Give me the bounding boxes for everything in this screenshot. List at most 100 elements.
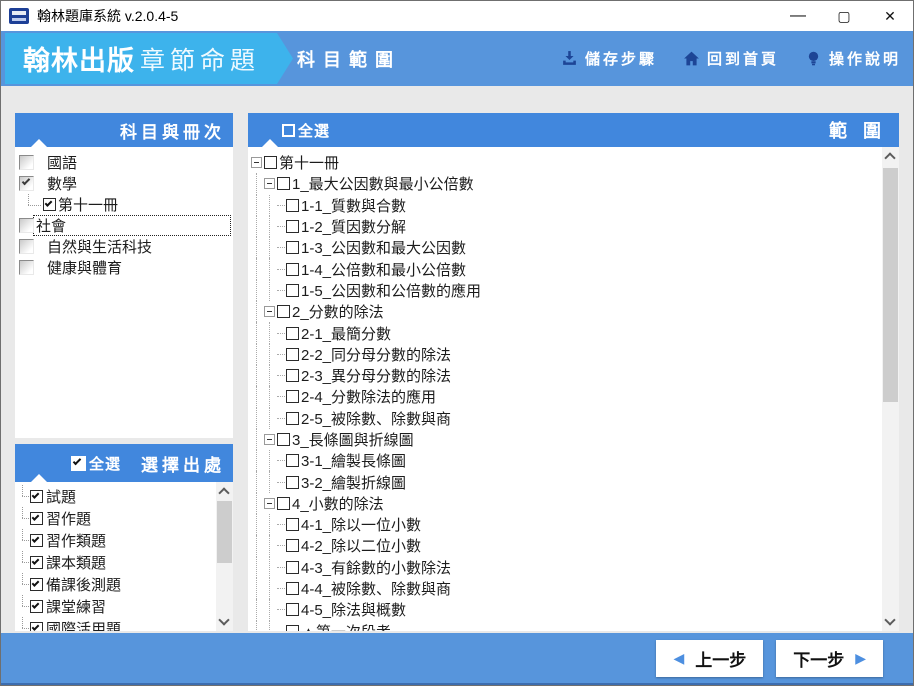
source-row[interactable]: 課堂練習 — [15, 595, 233, 617]
tree-row[interactable]: 2-5_被除數、除數與商 — [248, 407, 899, 430]
source-row[interactable]: 試題 — [15, 485, 233, 507]
tree-node-label[interactable]: 3-2_繪製折線圖 — [301, 472, 406, 493]
checkbox[interactable] — [286, 411, 299, 425]
subject-row[interactable]: 自然與生活科技 — [15, 236, 233, 257]
checkbox[interactable] — [286, 475, 299, 489]
source-label[interactable]: 課本類題 — [46, 552, 106, 573]
sources-scrollbar[interactable] — [216, 482, 233, 631]
tree-node-label[interactable]: 1-1_質數與合數 — [301, 195, 406, 216]
source-row[interactable]: 習作類題 — [15, 529, 233, 551]
subject-row[interactable]: 社會 — [15, 215, 233, 236]
tree-node-label[interactable]: 1_最大公因數與最小公倍數 — [292, 173, 474, 194]
source-label[interactable]: 習作題 — [46, 508, 91, 529]
tree-node-label[interactable]: 2-2_同分母分數的除法 — [301, 344, 451, 365]
scope-scrollbar[interactable] — [882, 147, 899, 631]
checkbox[interactable] — [277, 177, 290, 191]
checkbox[interactable] — [286, 390, 299, 404]
source-row[interactable]: 國際活用題 — [15, 617, 233, 631]
checkbox[interactable] — [286, 454, 299, 468]
subject-label[interactable]: 自然與生活科技 — [47, 236, 152, 257]
collapse-expander-icon[interactable] — [264, 306, 275, 318]
tree-row[interactable]: 2-2_同分母分數的除法 — [248, 343, 899, 366]
checkbox[interactable] — [286, 326, 299, 340]
checkbox[interactable] — [286, 582, 299, 596]
tree-row[interactable]: 2-3_異分母分數的除法 — [248, 364, 899, 387]
checkbox[interactable] — [286, 518, 299, 532]
checkbox[interactable] — [286, 220, 299, 234]
minimize-button[interactable]: — — [775, 1, 821, 31]
tree-node-label[interactable]: 4-5_除法與概數 — [301, 599, 406, 620]
checkbox[interactable] — [286, 241, 299, 255]
next-step-button[interactable]: 下一步 ▶ — [776, 640, 883, 677]
checkbox[interactable] — [19, 218, 34, 233]
tree-node-label[interactable]: 第十一冊 — [279, 152, 339, 173]
close-button[interactable]: ✕ — [867, 1, 913, 31]
tree-row[interactable]: 1-2_質因數分解 — [248, 215, 899, 238]
tree-row[interactable]: 4-2_除以二位小數 — [248, 535, 899, 557]
scroll-down-icon[interactable] — [218, 614, 230, 626]
scroll-up-icon[interactable] — [218, 487, 230, 499]
tree-row[interactable]: 1-4_公倍數和最小公倍數 — [248, 258, 899, 281]
tree-node-label[interactable]: 4-2_除以二位小數 — [301, 535, 421, 556]
checkbox[interactable] — [286, 624, 299, 631]
tree-row[interactable]: 4-5_除法與概數 — [248, 599, 899, 621]
subject-row[interactable]: 國語 — [15, 152, 233, 173]
source-label[interactable]: 國際活用題 — [46, 618, 121, 632]
checkbox[interactable] — [30, 489, 43, 503]
save-steps-button[interactable]: 儲存步驟 — [561, 48, 657, 69]
collapse-expander-icon[interactable] — [264, 434, 275, 445]
checkbox[interactable] — [30, 577, 43, 591]
source-label[interactable]: 習作類題 — [46, 530, 106, 551]
checkbox[interactable] — [286, 283, 299, 297]
sources-select-all-label[interactable]: 全選 — [89, 453, 121, 474]
tree-row[interactable]: 第十一冊 — [248, 152, 899, 173]
checkbox[interactable] — [264, 156, 277, 170]
tree-row[interactable]: 4_小數的除法 — [248, 492, 899, 515]
source-label[interactable]: 備課後測題 — [46, 574, 121, 595]
checkbox[interactable] — [286, 603, 299, 617]
checkbox[interactable] — [19, 176, 34, 191]
checkbox[interactable] — [286, 539, 299, 553]
source-label[interactable]: 課堂練習 — [46, 596, 106, 617]
checkbox[interactable] — [277, 496, 290, 510]
tree-node-label[interactable]: 4_小數的除法 — [292, 493, 384, 514]
tree-row[interactable]: 1_最大公因數與最小公倍數 — [248, 173, 899, 195]
scrollbar-thumb[interactable] — [217, 501, 232, 563]
tree-row[interactable]: 4-3_有餘數的小數除法 — [248, 556, 899, 579]
tree-node-label[interactable]: 1-5_公因數和公倍數的應用 — [301, 280, 481, 301]
scroll-up-icon[interactable] — [884, 152, 896, 164]
subject-row[interactable]: 數學 — [15, 173, 233, 194]
checkbox[interactable] — [286, 347, 299, 361]
source-label[interactable]: 試題 — [46, 486, 76, 507]
tree-node-label[interactable]: 1-4_公倍數和最小公倍數 — [301, 259, 466, 280]
subject-label[interactable]: 社會 — [36, 215, 66, 236]
checkbox[interactable] — [30, 511, 43, 525]
checkbox[interactable] — [30, 621, 43, 631]
checkbox[interactable] — [286, 198, 299, 212]
tree-row[interactable]: 3-1_繪製長條圖 — [248, 450, 899, 472]
checkbox[interactable] — [30, 533, 43, 547]
source-row[interactable]: 課本類題 — [15, 551, 233, 573]
subject-label[interactable]: 第十一冊 — [58, 194, 118, 215]
help-button[interactable]: 操作說明 — [805, 48, 901, 69]
checkbox[interactable] — [19, 239, 34, 254]
sources-select-all-checkbox[interactable] — [71, 455, 86, 471]
checkbox[interactable] — [30, 599, 43, 613]
tree-row[interactable]: 3_長條圖與折線圖 — [248, 428, 899, 451]
tree-row[interactable]: 4-4_被除數、除數與商 — [248, 577, 899, 600]
checkbox[interactable] — [286, 262, 299, 276]
tree-node-label[interactable]: ▲第一次段考 — [301, 621, 391, 631]
checkbox[interactable] — [43, 198, 56, 211]
tree-node-label[interactable]: 2-5_被除數、除數與商 — [301, 408, 451, 429]
tree-node-label[interactable]: 3_長條圖與折線圖 — [292, 429, 414, 450]
subject-row[interactable]: 第十一冊 — [15, 194, 233, 215]
subject-label[interactable]: 數學 — [47, 173, 77, 194]
collapse-expander-icon[interactable] — [264, 178, 275, 190]
home-button[interactable]: 回到首頁 — [683, 48, 779, 69]
source-row[interactable]: 備課後測題 — [15, 573, 233, 595]
scope-select-all-checkbox[interactable] — [282, 123, 295, 137]
tree-node-label[interactable]: 4-3_有餘數的小數除法 — [301, 557, 451, 578]
checkbox[interactable] — [277, 305, 290, 319]
tree-node-label[interactable]: 2-4_分數除法的應用 — [301, 386, 436, 407]
tree-node-label[interactable]: 2-1_最簡分數 — [301, 323, 391, 344]
